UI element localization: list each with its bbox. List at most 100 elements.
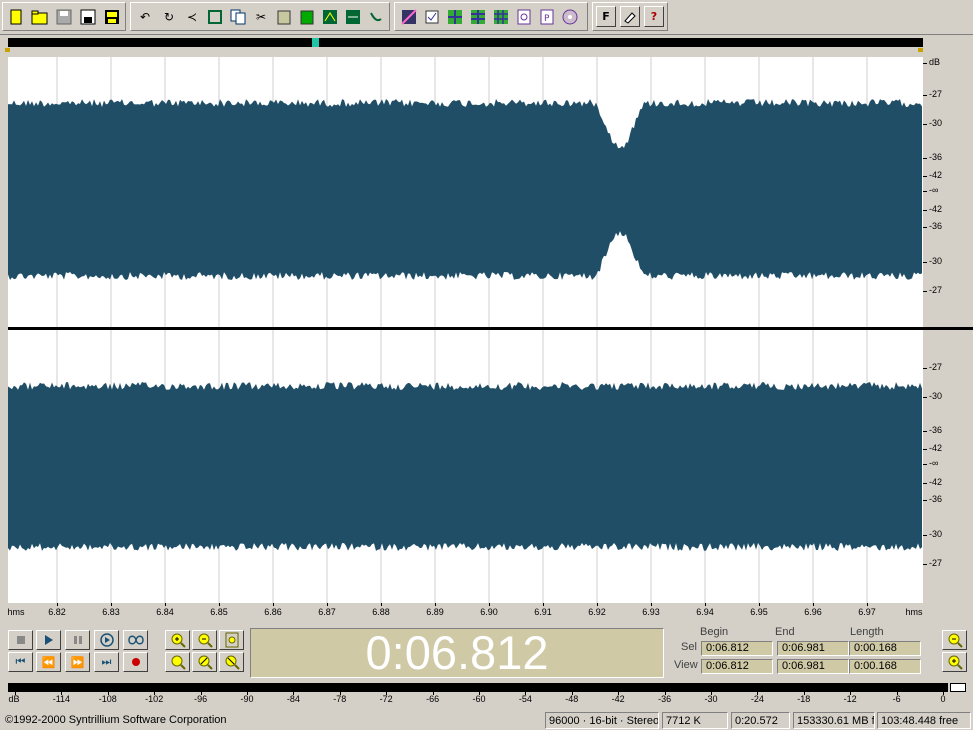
zoom-right-button[interactable] bbox=[219, 652, 244, 672]
overview-bar[interactable] bbox=[8, 38, 923, 47]
meter-label: -84 bbox=[286, 694, 300, 704]
zoom-out-vertical-button[interactable] bbox=[942, 630, 967, 650]
db-label: -36 bbox=[922, 221, 943, 231]
save-all-icon[interactable] bbox=[102, 6, 122, 27]
loop-play-icon[interactable] bbox=[366, 6, 386, 27]
meter-label: -102 bbox=[145, 694, 164, 704]
view-toolbar-group: P bbox=[394, 2, 588, 31]
record-button[interactable] bbox=[123, 652, 148, 672]
time-tick bbox=[327, 603, 328, 606]
db-label: -42 bbox=[922, 204, 943, 214]
time-tick bbox=[219, 603, 220, 606]
sel-length-field[interactable]: 0:00.168 bbox=[849, 641, 921, 656]
meter-label: -90 bbox=[240, 694, 254, 704]
clip-indicator[interactable] bbox=[950, 683, 966, 692]
new-file-icon[interactable] bbox=[6, 6, 26, 27]
trim-icon[interactable] bbox=[320, 6, 340, 27]
save-as-icon[interactable] bbox=[78, 6, 98, 27]
copyright-text: ©1992-2000 Syntrillium Software Corporat… bbox=[5, 714, 227, 726]
enable-undo-icon[interactable]: ↻ bbox=[159, 6, 179, 27]
play-button[interactable] bbox=[36, 630, 61, 650]
time-tick bbox=[543, 603, 544, 606]
mix-paste-icon[interactable]: ≺ bbox=[182, 6, 202, 27]
time-label: 6.95 bbox=[750, 607, 768, 617]
meter-label: -114 bbox=[52, 694, 71, 704]
meter-label: -66 bbox=[426, 694, 440, 704]
waveform-channel-left[interactable] bbox=[8, 57, 923, 328]
svg-text:P: P bbox=[544, 14, 550, 24]
zoom-in-vertical-button[interactable] bbox=[942, 652, 967, 672]
cut-icon[interactable]: ✂ bbox=[251, 6, 271, 27]
db-label: -∞ bbox=[922, 458, 939, 468]
time-tick bbox=[759, 603, 760, 606]
meter-label: -30 bbox=[704, 694, 718, 704]
db-label: -27 bbox=[922, 362, 943, 372]
grid-icon[interactable] bbox=[445, 6, 465, 27]
cd-icon[interactable] bbox=[560, 6, 580, 27]
sel-begin-field[interactable]: 0:06.812 bbox=[701, 641, 773, 656]
open-file-icon[interactable] bbox=[30, 6, 50, 27]
time-label: 6.93 bbox=[642, 607, 660, 617]
format-status[interactable]: 96000 · 16-bit · Stereo bbox=[545, 712, 659, 729]
copy-icon[interactable] bbox=[228, 6, 248, 27]
view-row-label: View bbox=[674, 659, 698, 671]
zoom-out-horizontal-button[interactable] bbox=[192, 630, 217, 650]
db-label: -30 bbox=[922, 118, 943, 128]
crop-icon[interactable] bbox=[205, 6, 225, 27]
cd-player-icon[interactable] bbox=[514, 6, 534, 27]
favorites-icon[interactable] bbox=[620, 6, 640, 27]
time-label: 6.85 bbox=[210, 607, 228, 617]
view-length-field[interactable]: 0:00.168 bbox=[849, 659, 921, 674]
db-label: dB bbox=[922, 57, 941, 67]
level-meter-scale: dB -114 -108 -102 -96 -90 -84 -78 -72 -66 -60 -54 -4… bbox=[8, 692, 973, 706]
undo-icon[interactable]: ↶ bbox=[135, 6, 155, 27]
time-label: 6.97 bbox=[858, 607, 876, 617]
db-label: -27 bbox=[922, 558, 943, 568]
help-icon[interactable]: ? bbox=[644, 6, 664, 27]
end-header: End bbox=[775, 626, 795, 638]
time-label: 6.83 bbox=[102, 607, 120, 617]
paste-new-icon[interactable] bbox=[297, 6, 317, 27]
waveform-shape bbox=[8, 382, 922, 551]
go-to-start-button[interactable]: ⏮ bbox=[8, 652, 33, 672]
stop-button[interactable] bbox=[8, 630, 33, 650]
paste-icon[interactable] bbox=[274, 6, 294, 27]
zoom-in-horizontal-button[interactable] bbox=[165, 630, 190, 650]
zoom-full-button[interactable] bbox=[219, 630, 244, 650]
edit-toolbar-group: ↶ ↻ ≺ ✂ bbox=[130, 2, 390, 31]
sel-end-field[interactable]: 0:06.981 bbox=[777, 641, 849, 656]
grid3-icon[interactable] bbox=[491, 6, 511, 27]
overview-view-marker[interactable] bbox=[312, 38, 319, 47]
time-tick bbox=[381, 603, 382, 606]
go-to-end-button[interactable]: ⏭ bbox=[94, 652, 119, 672]
time-label: 6.96 bbox=[804, 607, 822, 617]
save-icon[interactable] bbox=[54, 6, 74, 27]
zoom-to-selection-icon[interactable] bbox=[343, 6, 363, 27]
waveform-channel-right[interactable] bbox=[8, 330, 923, 603]
db-label: -36 bbox=[922, 494, 943, 504]
spectral-view-icon[interactable] bbox=[399, 6, 419, 27]
fast-forward-button[interactable]: ⏩ bbox=[65, 652, 90, 672]
meter-label: -36 bbox=[658, 694, 672, 704]
play-list-icon[interactable]: P bbox=[537, 6, 557, 27]
pause-button[interactable] bbox=[65, 630, 90, 650]
play-to-end-button[interactable] bbox=[94, 630, 119, 650]
time-ruler: hms hms 6.82 6.83 6.84 6.85 6.86 6.87 6.88 6.89… bbox=[7, 603, 923, 620]
rewind-button[interactable]: ⏪ bbox=[36, 652, 61, 672]
view-end-field[interactable]: 0:06.981 bbox=[777, 659, 849, 674]
frequency-button[interactable]: F bbox=[596, 6, 616, 27]
zoom-selection-button[interactable] bbox=[165, 652, 190, 672]
meter-label: -54 bbox=[518, 694, 532, 704]
zoom-left-button[interactable] bbox=[192, 652, 217, 672]
snap-icon[interactable] bbox=[422, 6, 442, 27]
db-label: -30 bbox=[922, 256, 943, 266]
time-tick bbox=[165, 603, 166, 606]
help-toolbar-group: F ? bbox=[592, 2, 668, 31]
view-begin-field[interactable]: 0:06.812 bbox=[701, 659, 773, 674]
grid2-icon[interactable] bbox=[468, 6, 488, 27]
loop-button[interactable] bbox=[123, 630, 148, 650]
meter-label: -60 bbox=[472, 694, 486, 704]
length-header: Length bbox=[850, 626, 884, 638]
db-label: -∞ bbox=[922, 185, 939, 195]
time-tick bbox=[597, 603, 598, 606]
